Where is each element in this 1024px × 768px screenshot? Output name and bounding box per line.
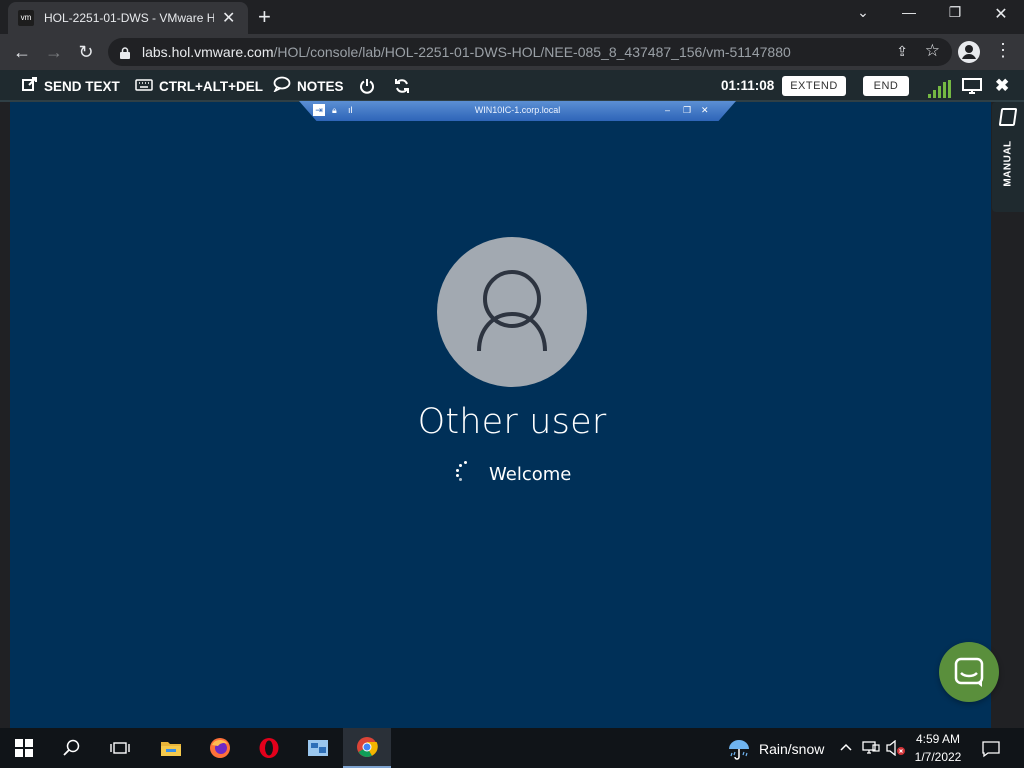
clock-date[interactable]: 1/7/2022 bbox=[908, 750, 968, 764]
url-path: /HOL/console/lab/HOL-2251-01-DWS-HOL/NEE… bbox=[273, 44, 791, 60]
file-explorer-icon[interactable] bbox=[147, 728, 195, 768]
refresh-icon[interactable] bbox=[394, 70, 410, 102]
browser-tab[interactable]: vm HOL-2251-01-DWS - VMware Hands-on Lab… bbox=[8, 2, 248, 34]
rdp-host-title: WIN10IC-1.corp.local bbox=[474, 105, 561, 115]
send-text-label: SEND TEXT bbox=[44, 78, 120, 94]
tab-title: HOL-2251-01-DWS - VMware Hands-on Labs bbox=[44, 11, 214, 25]
book-icon bbox=[998, 108, 1018, 126]
chrome-icon[interactable] bbox=[343, 728, 391, 768]
rdp-minimize-icon[interactable]: – bbox=[665, 105, 670, 115]
keyboard-icon bbox=[135, 78, 153, 95]
browser-toolbar: ← → ↻ labs.hol.vmware.com/HOL/console/la… bbox=[0, 34, 1024, 70]
signal-strength-icon bbox=[928, 80, 952, 98]
task-view-icon[interactable] bbox=[96, 728, 144, 768]
hol-control-bar: SEND TEXT CTRL+ALT+DEL NOTES 01:11:08 EX… bbox=[0, 70, 1024, 102]
user-silhouette-icon bbox=[477, 270, 547, 352]
tab-close-icon[interactable]: ✕ bbox=[222, 8, 235, 28]
windows-logo-icon bbox=[15, 739, 33, 757]
clock-time[interactable]: 4:59 AM bbox=[908, 732, 968, 746]
weather-umbrella-icon[interactable] bbox=[727, 737, 751, 764]
login-user-name: Other user bbox=[417, 402, 607, 442]
user-avatar bbox=[437, 237, 587, 387]
lab-timer: 01:11:08 bbox=[721, 78, 775, 93]
forward-icon[interactable]: → bbox=[42, 40, 66, 64]
network-icon[interactable] bbox=[862, 740, 880, 759]
notes-button[interactable]: NOTES bbox=[273, 70, 344, 102]
start-button[interactable] bbox=[0, 728, 48, 768]
extend-button[interactable]: EXTEND bbox=[782, 76, 846, 96]
vmware-favicon-icon: vm bbox=[18, 10, 34, 26]
close-console-icon[interactable]: ✖ bbox=[995, 70, 1009, 102]
end-button[interactable]: END bbox=[863, 76, 909, 96]
weather-label[interactable]: Rain/snow bbox=[759, 741, 824, 757]
ctrl-alt-del-button[interactable]: CTRL+ALT+DEL bbox=[135, 70, 263, 102]
browser-menu-icon[interactable]: ⋮ bbox=[994, 40, 1012, 61]
profile-avatar-icon[interactable] bbox=[958, 41, 980, 63]
back-icon[interactable]: ← bbox=[10, 40, 34, 64]
tray-chevron-up-icon[interactable] bbox=[840, 740, 852, 757]
send-text-button[interactable]: SEND TEXT bbox=[22, 70, 120, 102]
rdp-close-icon[interactable]: ✕ bbox=[701, 105, 709, 116]
ctrl-alt-del-label: CTRL+ALT+DEL bbox=[159, 78, 263, 94]
display-icon[interactable] bbox=[962, 70, 982, 102]
manual-label: MANUAL bbox=[1002, 140, 1014, 187]
url-host: labs.hol.vmware.com bbox=[142, 44, 274, 60]
remote-desktop-icon[interactable] bbox=[294, 728, 342, 768]
chat-icon bbox=[954, 657, 984, 687]
loading-spinner-icon bbox=[455, 461, 475, 481]
address-bar[interactable]: labs.hol.vmware.com/HOL/console/lab/HOL-… bbox=[108, 38, 952, 66]
browser-tab-strip: vm HOL-2251-01-DWS - VMware Hands-on Lab… bbox=[0, 0, 1024, 34]
chat-support-button[interactable] bbox=[939, 642, 999, 702]
search-icon[interactable] bbox=[48, 728, 96, 768]
reload-icon[interactable]: ↻ bbox=[74, 40, 98, 64]
firefox-icon[interactable] bbox=[196, 728, 244, 768]
volume-muted-icon[interactable] bbox=[886, 739, 906, 759]
tab-search-chevron-icon[interactable]: ⌄ bbox=[840, 4, 886, 21]
notifications-icon[interactable] bbox=[982, 740, 1000, 761]
opera-icon[interactable] bbox=[245, 728, 293, 768]
lock-icon bbox=[120, 46, 130, 59]
send-text-icon bbox=[22, 77, 38, 95]
rdp-restore-icon[interactable]: ❐ bbox=[683, 105, 691, 116]
manual-panel-tab[interactable]: MANUAL bbox=[992, 102, 1024, 212]
close-window-icon[interactable]: ✕ bbox=[978, 4, 1024, 24]
rdp-connection-bar[interactable]: ⇥ 🔒︎ ıl WIN10IC-1.corp.local – ❐ ✕ bbox=[299, 101, 736, 123]
bookmark-star-icon[interactable]: ☆ bbox=[925, 41, 940, 61]
minimize-icon[interactable]: — bbox=[886, 4, 932, 20]
new-tab-icon[interactable]: + bbox=[258, 4, 271, 30]
login-status: Welcome bbox=[489, 464, 572, 485]
share-icon[interactable]: ⇪ bbox=[896, 43, 908, 60]
restore-icon[interactable]: ❐ bbox=[932, 4, 978, 21]
notes-label: NOTES bbox=[297, 78, 344, 94]
speech-bubble-icon bbox=[273, 76, 291, 96]
power-icon[interactable] bbox=[359, 70, 375, 102]
